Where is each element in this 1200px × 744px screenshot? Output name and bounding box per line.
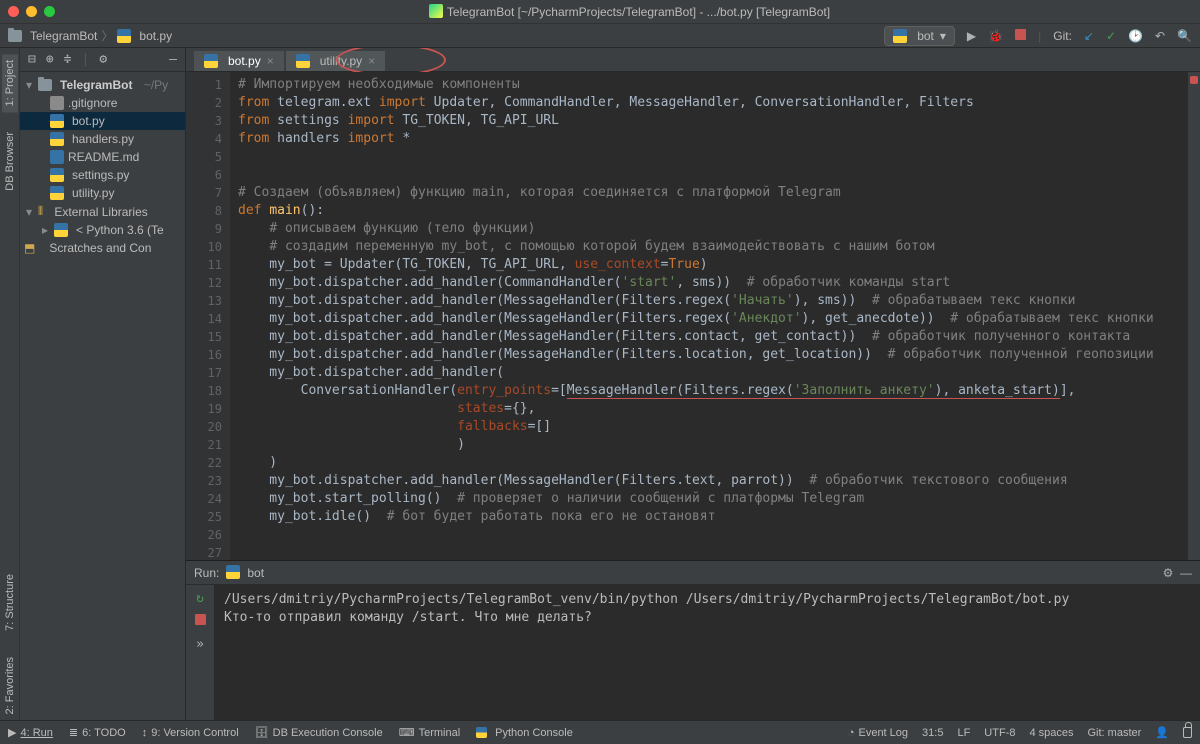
favorites-tool-tab[interactable]: 2: Favorites xyxy=(2,651,18,720)
tree-external-libs[interactable]: ▾⫴ External Libraries xyxy=(20,202,185,221)
collapse-all-icon[interactable]: ⊟ xyxy=(28,52,36,67)
git-label: Git: xyxy=(1053,29,1072,43)
indent-settings[interactable]: 4 spaces xyxy=(1029,727,1073,739)
code-editor[interactable]: 1234567891011121314151617181920212223242… xyxy=(186,72,1200,560)
select-opened-icon[interactable]: ⊕ xyxy=(46,52,54,67)
breadcrumb-separator: 〉 xyxy=(101,27,113,44)
tree-file-handlers[interactable]: handlers.py xyxy=(20,130,185,148)
pycharm-icon xyxy=(429,4,443,18)
python-file-icon xyxy=(117,29,131,43)
run-toolbar: ↻ » xyxy=(186,585,214,720)
history-icon[interactable]: 🕑 xyxy=(1128,29,1143,43)
close-tab-icon[interactable]: × xyxy=(267,54,274,68)
run-config-selector[interactable]: bot ▾ xyxy=(884,26,955,46)
tool-db-console[interactable]: 🗄 DB Execution Console xyxy=(255,726,383,739)
update-project-icon[interactable]: ↙ xyxy=(1084,29,1094,43)
tool-todo[interactable]: ≣ 6: TODO xyxy=(69,726,126,739)
db-browser-tab[interactable]: DB Browser xyxy=(2,126,18,197)
cursor-position[interactable]: 31:5 xyxy=(922,727,943,739)
inspections-icon[interactable]: 👤 xyxy=(1155,726,1169,739)
run-console[interactable]: /Users/dmitriy/PycharmProjects/TelegramB… xyxy=(214,585,1200,720)
more-icon[interactable]: » xyxy=(196,637,204,652)
project-toolbar: ⊟ ⊕ ≑ | ⚙ — xyxy=(20,48,185,72)
tree-file-bot[interactable]: bot.py xyxy=(20,112,185,130)
tree-scratches[interactable]: ⬒ Scratches and Con xyxy=(20,239,185,257)
structure-tool-tab[interactable]: 7: Structure xyxy=(2,568,18,637)
window-controls xyxy=(8,6,55,17)
breadcrumb-file[interactable]: bot.py xyxy=(117,29,172,43)
python-file-icon xyxy=(893,29,907,43)
close-tab-icon[interactable]: × xyxy=(368,54,375,68)
run-panel-label: Run: xyxy=(194,566,219,580)
stop-button[interactable] xyxy=(1015,29,1026,43)
commit-icon[interactable]: ✓ xyxy=(1106,29,1116,43)
maximize-window-icon[interactable] xyxy=(44,6,55,17)
hide-icon[interactable]: — xyxy=(1180,566,1192,580)
tree-file-utility[interactable]: utility.py xyxy=(20,184,185,202)
line-gutter: 1234567891011121314151617181920212223242… xyxy=(186,72,230,560)
gear-icon[interactable]: ⚙ xyxy=(99,52,107,67)
tool-python-console[interactable]: Python Console xyxy=(476,726,573,739)
file-encoding[interactable]: UTF-8 xyxy=(984,727,1015,739)
tab-bot[interactable]: bot.py× xyxy=(194,51,284,71)
left-tool-stripe: 1: Project DB Browser 7: Structure 2: Fa… xyxy=(0,48,20,720)
tree-file-settings[interactable]: settings.py xyxy=(20,166,185,184)
project-tool-tab[interactable]: 1: Project xyxy=(2,54,18,112)
folder-icon xyxy=(8,30,22,42)
search-icon[interactable]: 🔍 xyxy=(1177,29,1192,43)
gear-icon[interactable]: ⚙ xyxy=(1163,566,1174,580)
run-panel-config[interactable]: bot xyxy=(247,566,264,580)
code-content[interactable]: # Импортируем необходимые компоненты fro… xyxy=(230,72,1200,560)
toolbar-separator: | xyxy=(1038,29,1041,43)
expand-icon[interactable]: ≑ xyxy=(64,52,72,67)
chevron-down-icon: ▾ xyxy=(940,29,946,43)
rerun-icon[interactable]: ↻ xyxy=(196,591,204,606)
tree-file-gitignore[interactable]: .gitignore xyxy=(20,94,185,112)
stop-icon[interactable] xyxy=(195,614,206,629)
breadcrumb-project[interactable]: TelegramBot xyxy=(8,29,97,43)
hide-icon[interactable]: — xyxy=(169,52,177,67)
tool-terminal[interactable]: ⌨ Terminal xyxy=(399,726,460,739)
minimize-window-icon[interactable] xyxy=(26,6,37,17)
event-log[interactable]: ◔ Event Log xyxy=(848,727,908,739)
project-tree: ⊟ ⊕ ≑ | ⚙ — ▾TelegramBot ~/Py .gitignore… xyxy=(20,48,186,720)
close-window-icon[interactable] xyxy=(8,6,19,17)
run-button[interactable]: ▶ xyxy=(967,29,976,43)
tree-file-readme[interactable]: README.md xyxy=(20,148,185,166)
tree-python-sdk[interactable]: ▸< Python 3.6 (Te xyxy=(20,221,185,239)
tree-project-root[interactable]: ▾TelegramBot ~/Py xyxy=(20,76,185,94)
editor-tabs: bot.py× utility.py× xyxy=(186,48,1200,72)
tool-run[interactable]: ▶ 4: Run xyxy=(8,726,53,739)
line-separator[interactable]: LF xyxy=(957,727,970,739)
navigation-bar: TelegramBot 〉 bot.py bot ▾ ▶ 🐞 | Git: ↙ … xyxy=(0,24,1200,48)
error-stripe[interactable] xyxy=(1188,72,1200,560)
error-marker-icon[interactable] xyxy=(1190,76,1198,84)
tab-utility[interactable]: utility.py× xyxy=(286,51,385,71)
debug-button[interactable]: 🐞 xyxy=(988,29,1003,43)
lock-icon[interactable] xyxy=(1183,727,1192,738)
titlebar: TelegramBot [~/PycharmProjects/TelegramB… xyxy=(0,0,1200,24)
revert-icon[interactable]: ↶ xyxy=(1155,29,1165,43)
git-branch[interactable]: Git: master xyxy=(1088,727,1142,739)
status-bar: ▶ 4: Run ≣ 6: TODO ↕ 9: Version Control … xyxy=(0,720,1200,744)
window-title: TelegramBot [~/PycharmProjects/TelegramB… xyxy=(67,4,1192,19)
tool-vcs[interactable]: ↕ 9: Version Control xyxy=(142,726,239,739)
run-tool-window: Run: bot ⚙ — ↻ » /Users/dmitriy/PycharmP… xyxy=(186,560,1200,720)
